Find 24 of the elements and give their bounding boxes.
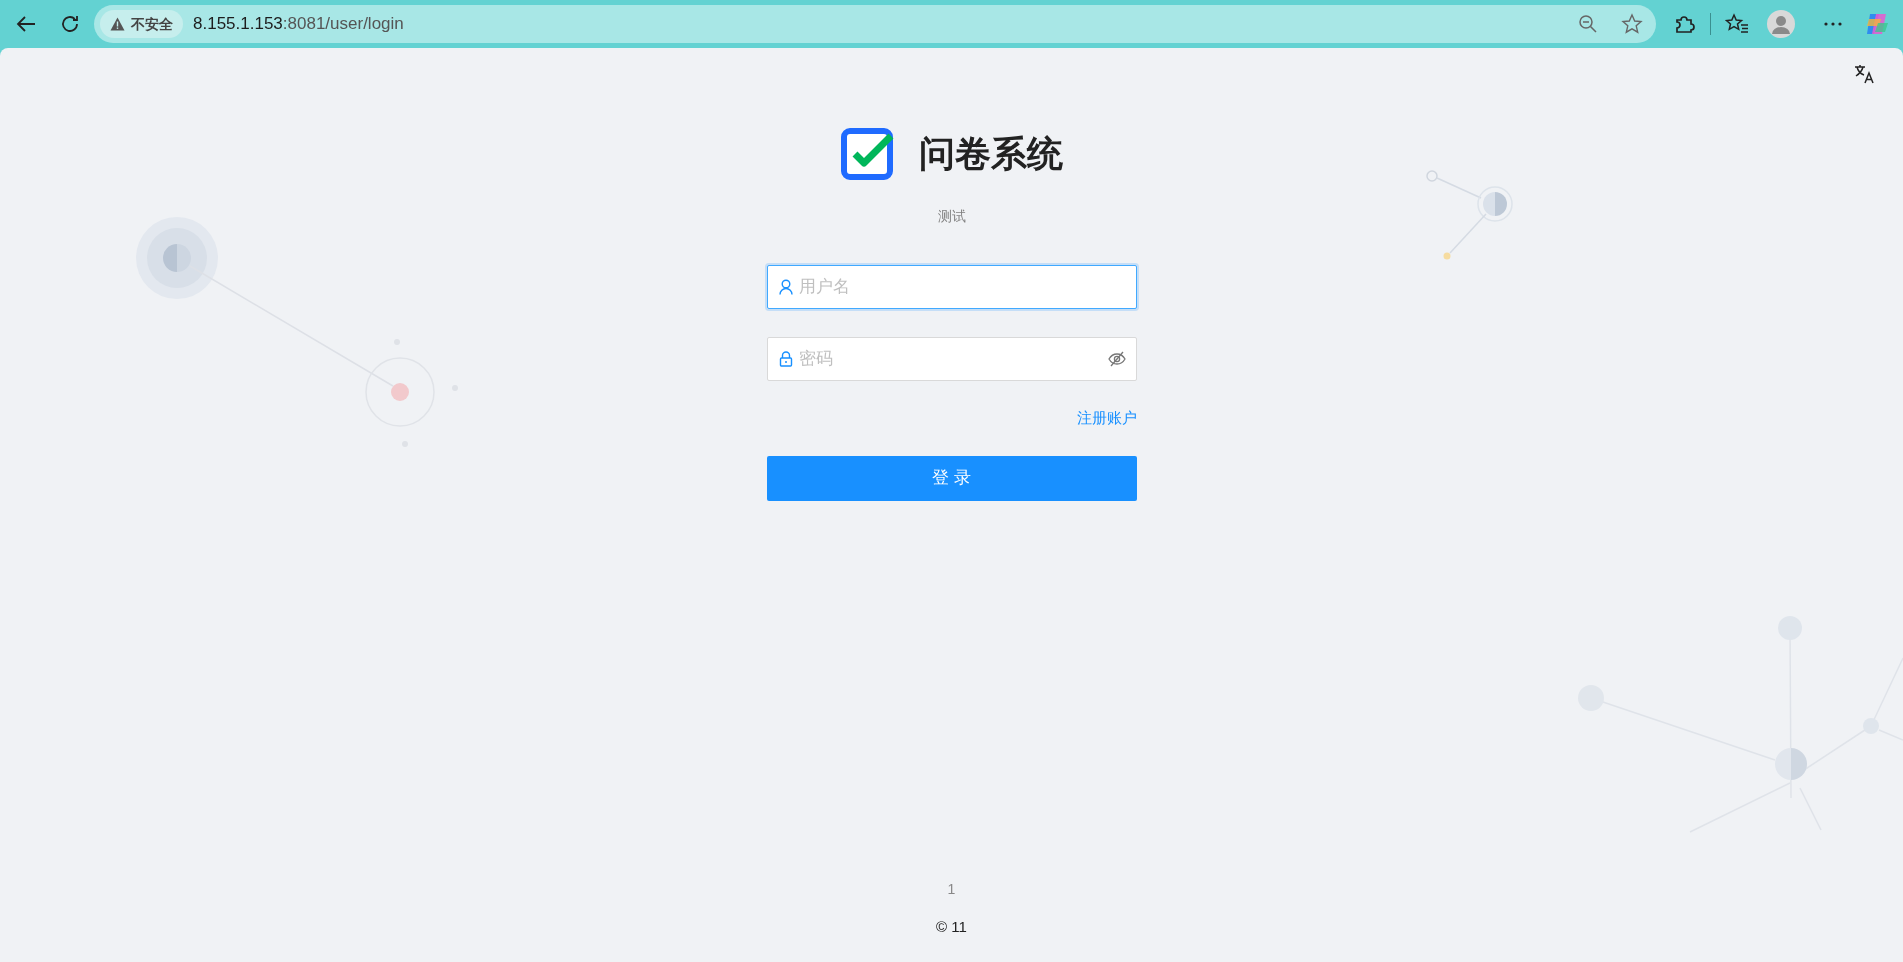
copyright-text: © 11 — [936, 916, 967, 937]
star-icon — [1621, 13, 1643, 35]
app-title: 问卷系统 — [918, 136, 1063, 172]
reload-icon — [59, 13, 81, 35]
security-badge[interactable]: 不安全 — [100, 10, 183, 38]
password-field[interactable]: 密码 — [766, 337, 1137, 381]
checkbox-logo-icon — [840, 128, 895, 180]
translate-icon[interactable] — [1854, 64, 1876, 84]
warning-icon — [110, 17, 125, 31]
avatar-icon — [1767, 10, 1795, 38]
url-text: 8.155.1.153:8081/user/login — [193, 13, 404, 36]
zoom-out-icon — [1578, 14, 1598, 34]
address-bar[interactable]: 不安全 8.155.1.153:8081/user/login — [94, 5, 1656, 43]
username-field[interactable]: 用户名 — [766, 265, 1137, 309]
star-list-icon — [1725, 13, 1749, 35]
puzzle-icon — [1673, 13, 1695, 35]
show-password-button[interactable] — [1107, 351, 1126, 367]
assistant-logo-icon — [1864, 11, 1890, 37]
lock-icon — [778, 351, 793, 367]
more-icon — [1824, 22, 1842, 26]
app-subtitle: 测试 — [937, 207, 966, 226]
eye-slash-icon — [1107, 351, 1126, 367]
user-icon — [778, 279, 793, 295]
footer-text: 1 — [947, 879, 956, 899]
